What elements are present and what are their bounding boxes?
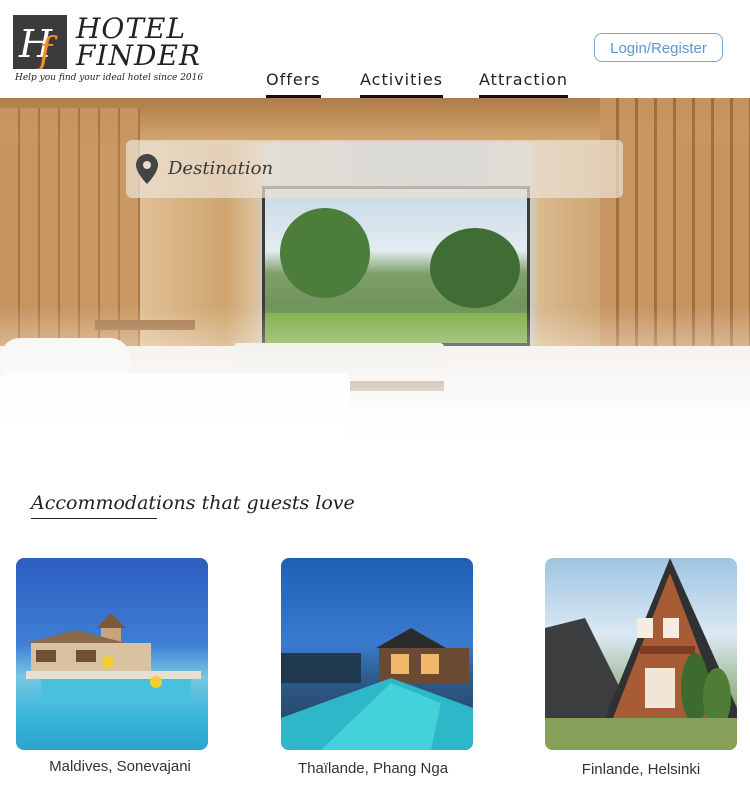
card-image-maldives[interactable]	[16, 558, 208, 750]
card-image-finland[interactable]	[545, 558, 737, 750]
card-label-thailand[interactable]: Thaïlande, Phang Nga	[273, 760, 473, 777]
nav-offers[interactable]: Offers	[266, 70, 321, 100]
thailand-photo	[281, 628, 473, 750]
logo-monogram: H f	[13, 15, 67, 69]
maldives-photo	[26, 613, 201, 704]
logo-word-finder: FINDER	[76, 39, 201, 72]
header: H f HOTEL FINDER Help you find your idea…	[0, 0, 750, 100]
tagline: Help you find your ideal hotel since 201…	[15, 73, 204, 83]
hero-banner: Destination	[0, 98, 750, 446]
login-register-button[interactable]: Login/Register	[594, 33, 723, 62]
finland-photo	[545, 558, 737, 750]
nav-attraction[interactable]: Attraction	[479, 70, 569, 100]
destination-search[interactable]: Destination	[126, 140, 623, 198]
section-title-underline	[31, 518, 157, 519]
card-label-maldives[interactable]: Maldives, Sonevajani	[20, 758, 220, 775]
card-label-finland[interactable]: Finlande, Helsinki	[541, 761, 741, 778]
logo[interactable]: H f	[13, 15, 67, 69]
nav-activities[interactable]: Activities	[360, 70, 443, 100]
destination-input[interactable]: Destination	[168, 158, 273, 179]
card-image-thailand[interactable]	[281, 558, 473, 750]
location-pin-icon	[136, 154, 158, 189]
section-title: Accommodations that guests love	[31, 492, 355, 514]
